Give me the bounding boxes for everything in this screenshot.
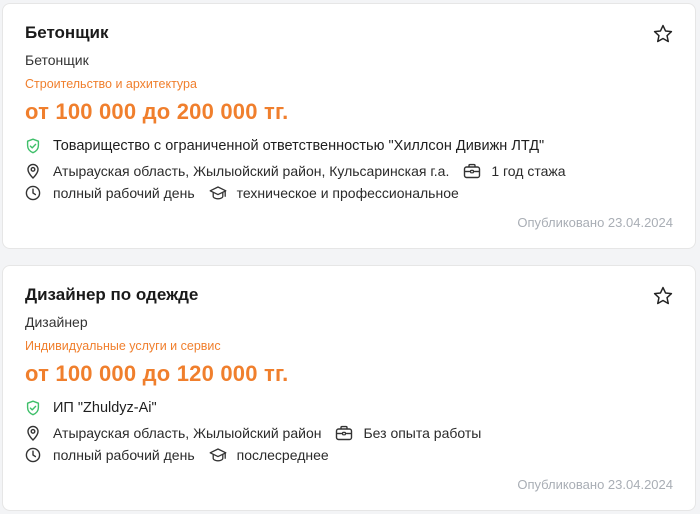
- vacancy-title[interactable]: Дизайнер по одежде: [25, 285, 198, 305]
- star-icon[interactable]: [652, 23, 674, 45]
- vacancy-salary: от 100 000 до 200 000 тг.: [25, 99, 289, 124]
- map-pin-icon: [27, 425, 39, 441]
- clock-icon: [25, 447, 41, 463]
- graduation-cap-icon: [209, 186, 227, 200]
- schedule-row: полный рабочий день послесреднее: [25, 447, 329, 463]
- vacancy-salary: от 100 000 до 120 000 тг.: [25, 361, 289, 386]
- vacancy-profession: Дизайнер: [25, 314, 88, 330]
- briefcase-icon: [336, 425, 353, 441]
- education-text: техническое и профессиональное: [236, 185, 459, 201]
- vacancy-card[interactable]: Бетонщик Бетонщик Строительство и архите…: [2, 3, 696, 249]
- vacancy-category: Строительство и архитектура: [25, 77, 197, 91]
- vacancy-title[interactable]: Бетонщик: [25, 23, 109, 43]
- schedule-text: полный рабочий день: [53, 185, 195, 201]
- published-date: Опубликовано 23.04.2024: [517, 215, 673, 230]
- location-row: Атырауская область, Жылыойский район, Ку…: [25, 163, 566, 179]
- shield-check-icon: [26, 138, 40, 154]
- company-row: ИП "Zhuldyz-Ai": [25, 400, 157, 416]
- vacancy-category: Индивидуальные услуги и сервис: [25, 339, 221, 353]
- schedule-row: полный рабочий день техническое и профес…: [25, 185, 459, 201]
- graduation-cap-icon: [209, 448, 227, 462]
- briefcase-icon: [464, 163, 481, 179]
- star-icon[interactable]: [652, 285, 674, 307]
- company-name[interactable]: Товарищество с ограниченной ответственно…: [53, 138, 544, 154]
- location-text: Атырауская область, Жылыойский район, Ку…: [53, 163, 450, 179]
- published-date: Опубликовано 23.04.2024: [517, 477, 673, 492]
- clock-icon: [25, 185, 41, 201]
- shield-check-icon: [26, 400, 40, 416]
- company-name[interactable]: ИП "Zhuldyz-Ai": [53, 400, 157, 416]
- experience-text: 1 год стажа: [491, 163, 566, 179]
- location-text: Атырауская область, Жылыойский район: [53, 425, 322, 441]
- map-pin-icon: [27, 163, 39, 179]
- vacancy-card[interactable]: Дизайнер по одежде Дизайнер Индивидуальн…: [2, 265, 696, 511]
- schedule-text: полный рабочий день: [53, 447, 195, 463]
- vacancy-profession: Бетонщик: [25, 52, 89, 68]
- location-row: Атырауская область, Жылыойский район Без…: [25, 425, 481, 441]
- company-row: Товарищество с ограниченной ответственно…: [25, 138, 544, 154]
- education-text: послесреднее: [236, 447, 329, 463]
- experience-text: Без опыта работы: [363, 425, 482, 441]
